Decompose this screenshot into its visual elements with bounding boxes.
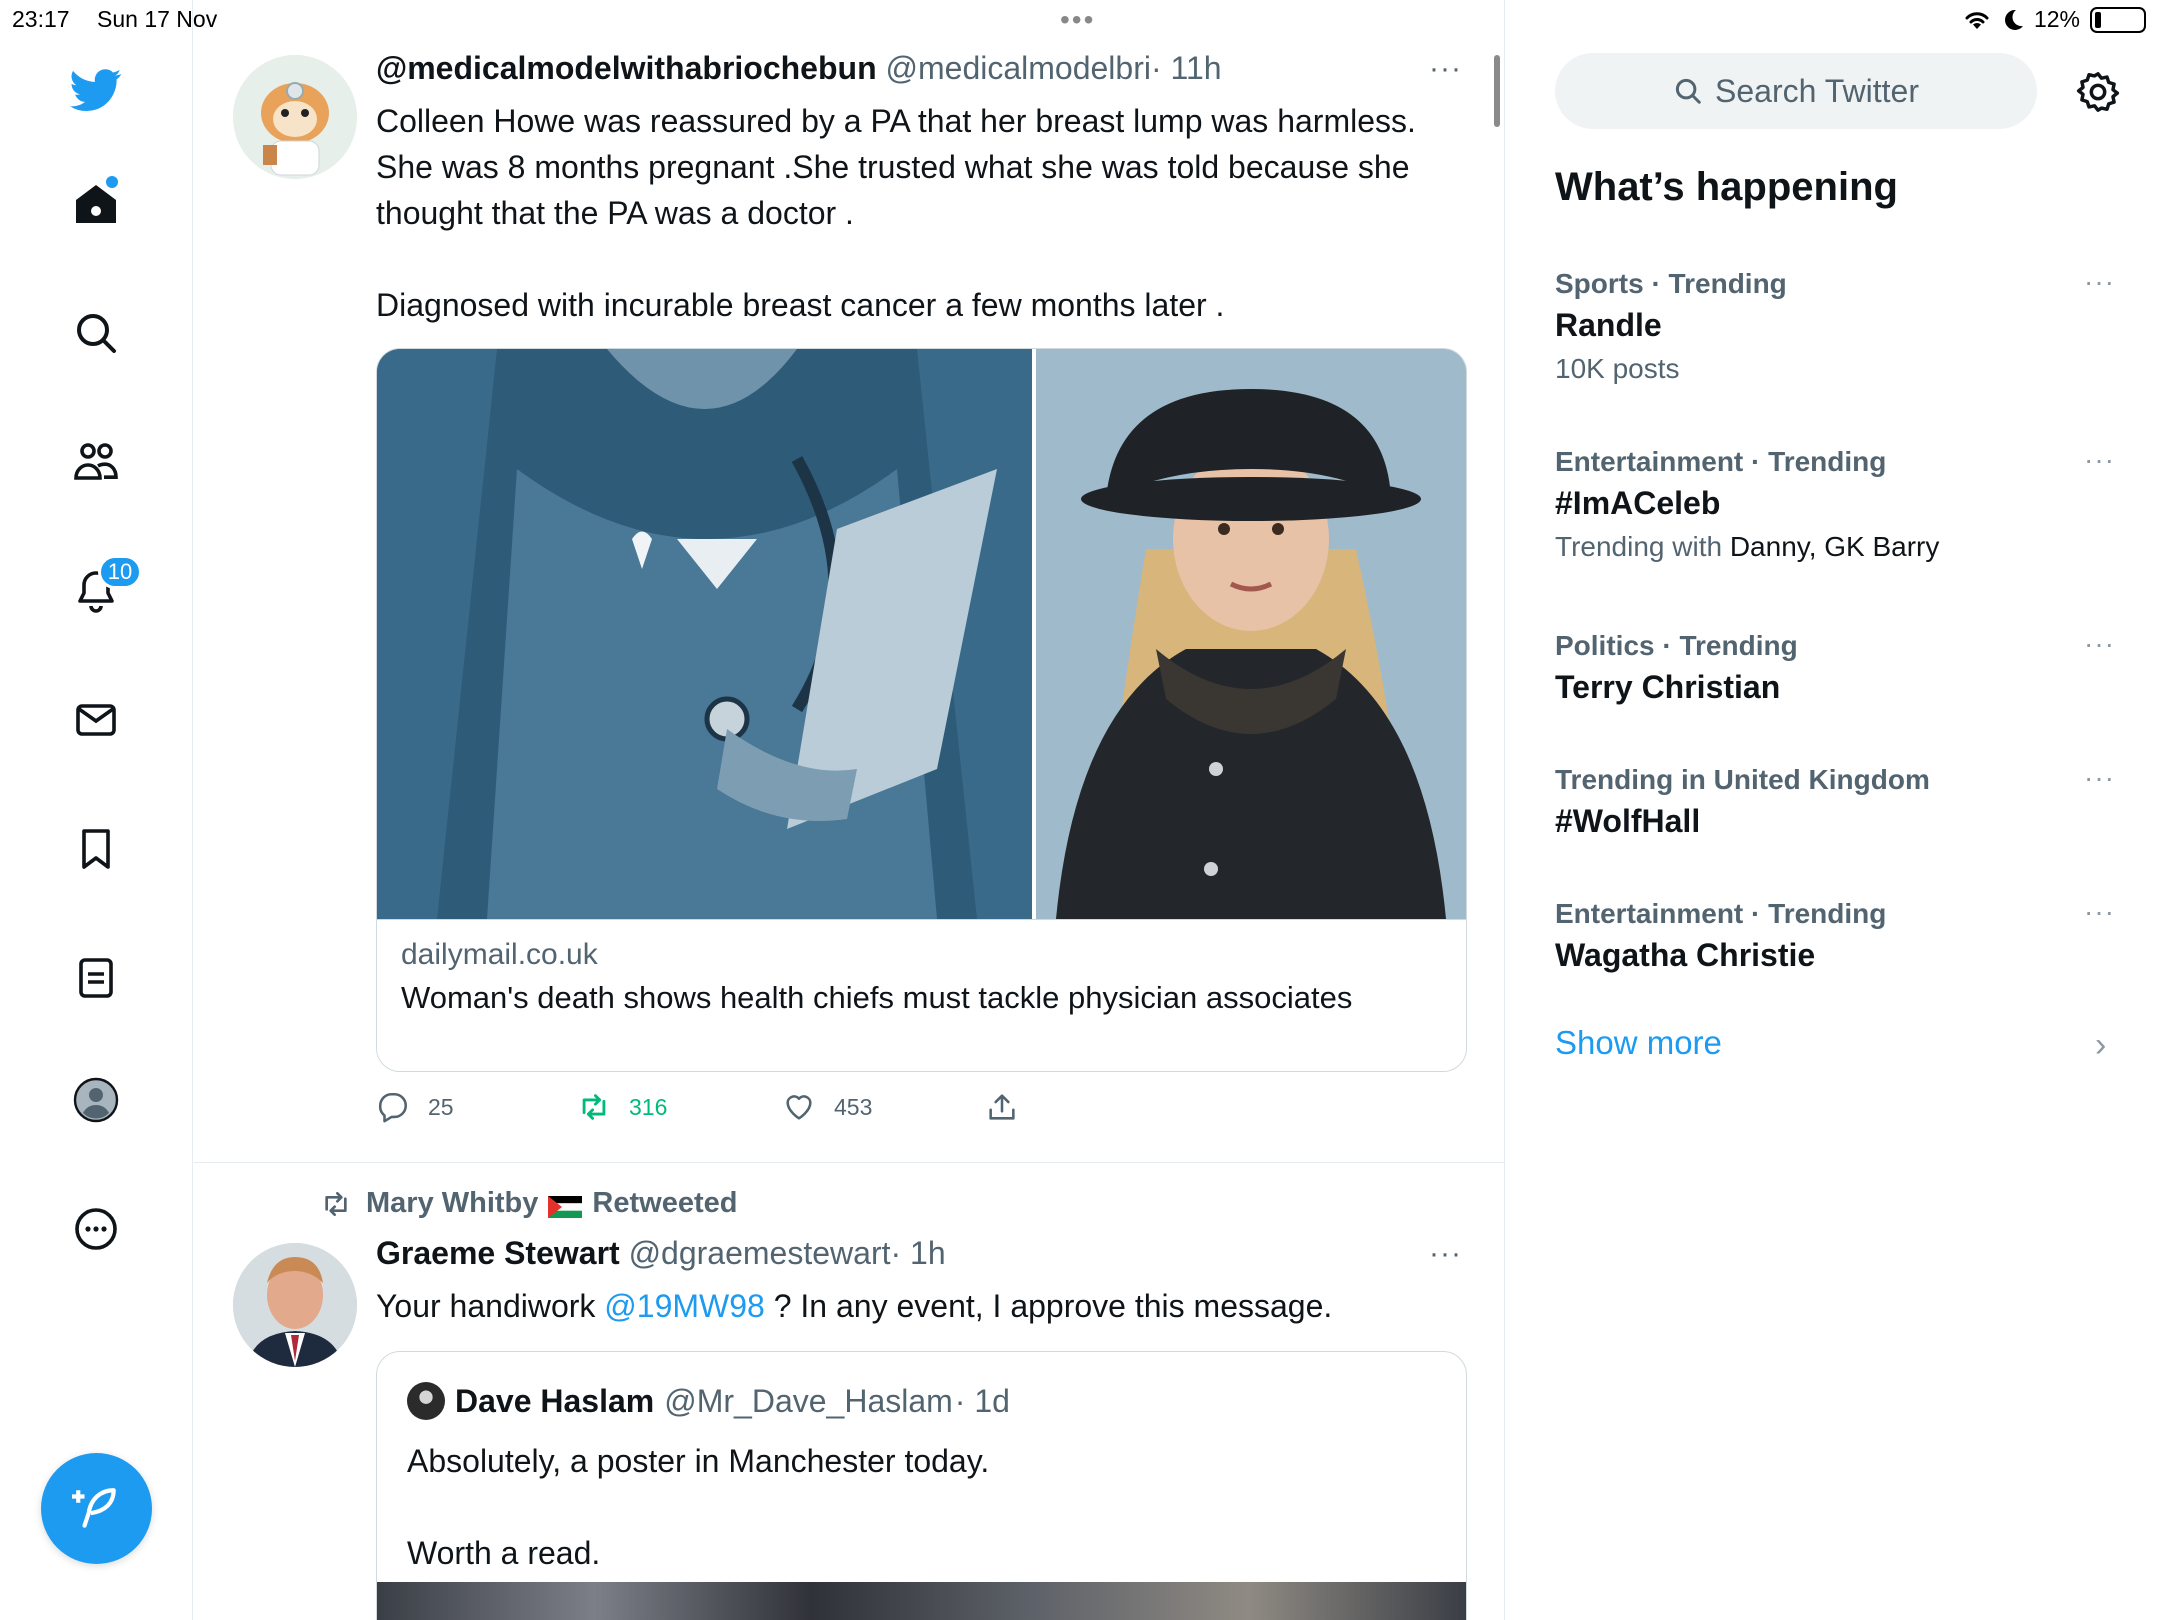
compose-icon	[71, 1487, 116, 1528]
trend-item[interactable]: Entertainment · Trending Wagatha Christi…	[1555, 896, 2115, 978]
trend-item[interactable]: Entertainment · Trending #ImACeleb Trend…	[1555, 444, 2115, 568]
search-icon	[1675, 78, 1701, 104]
link-card[interactable]: dailymail.co.uk Woman's death shows heal…	[376, 348, 1467, 1072]
search-placeholder: Search Twitter	[1715, 72, 1919, 109]
timeline[interactable]: @medicalmodelwithabriochebun @medicalmod…	[194, 0, 1505, 1620]
avatar[interactable]	[233, 1243, 357, 1367]
retweeted-label: Retweeted	[592, 1187, 738, 1219]
card-title: Woman's death shows health chiefs must t…	[401, 980, 1353, 1015]
trend-more-icon[interactable]: ···	[2084, 896, 2115, 928]
trend-meta: Entertainment · Trending	[1555, 446, 1887, 477]
trend-item[interactable]: Trending in United Kingdom #WolfHall ···	[1555, 762, 2115, 844]
scrollbar-thumb[interactable]	[1494, 55, 1500, 127]
heart-icon	[786, 1095, 812, 1120]
tweet-text: Your handiwork @19MW98 ? In any event, I…	[376, 1283, 1466, 1329]
author-name[interactable]: Graeme Stewart	[376, 1235, 620, 1271]
trend-item[interactable]: Sports · Trending Randle 10K posts ···	[1555, 266, 2115, 390]
author-name[interactable]: @medicalmodelwithabriochebun	[376, 50, 877, 86]
tweet-text-before: Your handiwork	[376, 1288, 605, 1324]
trend-name: #WolfHall	[1555, 803, 1701, 839]
trend-subtitle: Trending with Danny, GK Barry	[1555, 526, 2115, 568]
like-count: 453	[834, 1093, 873, 1120]
chevron-right-icon[interactable]: ›	[2095, 1026, 2106, 1065]
retweet-count: 316	[629, 1093, 668, 1120]
trend-name: Randle	[1555, 307, 1662, 343]
show-more-link[interactable]: Show more	[1555, 1024, 1722, 1062]
trend-more-icon[interactable]: ···	[2084, 628, 2115, 660]
retweet-small-icon	[325, 1191, 347, 1216]
search-icon[interactable]	[58, 295, 134, 371]
quoted-tweet-header: Dave Haslam @Mr_Dave_Haslam · 1d	[407, 1382, 1010, 1420]
tweet-time[interactable]: · 11h	[1151, 50, 1222, 86]
palestine-flag-icon	[548, 1193, 583, 1218]
quoted-tweet-image	[377, 1582, 1466, 1620]
tweet-header: Graeme Stewart @dgraemestewart· 1h	[376, 1235, 946, 1272]
avatar[interactable]	[233, 55, 357, 179]
bookmarks-icon[interactable]	[58, 811, 134, 887]
compose-tweet-button[interactable]	[41, 1453, 152, 1564]
search-input[interactable]: Search Twitter	[1555, 53, 2037, 129]
notifications-icon[interactable]: 10	[58, 553, 142, 629]
retweet-icon	[582, 1094, 606, 1120]
card-meta[interactable]: dailymail.co.uk Woman's death shows heal…	[377, 919, 1466, 1071]
trend-meta: Politics · Trending	[1555, 630, 1798, 661]
sidebar: Search Twitter What’s happening Sports ·…	[1505, 0, 2160, 1620]
card-image-nurse	[377, 349, 1032, 919]
notification-badge: 10	[98, 555, 142, 589]
home-icon[interactable]	[58, 166, 134, 242]
tweet-text-after: ? In any event, I approve this message.	[764, 1288, 1333, 1324]
card-image-woman	[1036, 349, 1466, 919]
quoted-author-name: Dave Haslam	[455, 1382, 655, 1419]
trend-name: Wagatha Christie	[1555, 937, 1816, 973]
tweet-more-icon[interactable]: ···	[1429, 52, 1462, 86]
quoted-tweet-text: Absolutely, a poster in Manchester today…	[407, 1443, 990, 1571]
author-handle[interactable]: @dgraemestewart	[629, 1235, 891, 1271]
quoted-avatar	[407, 1382, 445, 1420]
trend-name: Terry Christian	[1555, 669, 1781, 705]
twitter-logo-icon[interactable]	[58, 52, 134, 128]
whats-happening-title: What’s happening	[1555, 165, 1898, 209]
trend-more-icon[interactable]: ···	[2084, 444, 2115, 476]
trend-meta: Trending in United Kingdom	[1555, 764, 1930, 795]
tweet-actions: 25 316 453	[376, 1090, 1019, 1124]
tweet-time[interactable]: · 1h	[890, 1235, 945, 1271]
trend-more-icon[interactable]: ···	[2084, 266, 2115, 298]
trend-meta: Entertainment · Trending	[1555, 898, 1887, 929]
communities-icon[interactable]	[58, 424, 134, 500]
trend-item[interactable]: Politics · Trending Terry Christian ···	[1555, 628, 2115, 710]
quoted-author-handle: @Mr_Dave_Haslam	[664, 1382, 953, 1419]
trend-name: #ImACeleb	[1555, 485, 1721, 521]
author-handle[interactable]: @medicalmodelbri	[886, 50, 1151, 86]
tweet-more-icon[interactable]: ···	[1429, 1237, 1462, 1271]
tweet-divider	[194, 1162, 1504, 1163]
profile-icon[interactable]	[58, 1062, 134, 1138]
trend-sub-with: Danny, GK Barry	[1729, 531, 1940, 562]
card-domain: dailymail.co.uk	[401, 938, 598, 971]
tweet-header: @medicalmodelwithabriochebun @medicalmod…	[376, 50, 1222, 87]
trend-meta: Sports · Trending	[1555, 268, 1787, 299]
reply-button[interactable]: 25	[376, 1090, 577, 1124]
trend-sub-prefix: Trending with	[1555, 531, 1730, 562]
trend-more-icon[interactable]: ···	[2084, 762, 2115, 794]
left-nav: 10	[0, 0, 193, 1620]
messages-icon[interactable]	[58, 682, 134, 758]
retweeted-by-line: Mary Whitby Retweeted	[316, 1187, 737, 1220]
reply-count: 25	[428, 1093, 454, 1120]
retweeted-by-name[interactable]: Mary Whitby	[366, 1187, 538, 1220]
quoted-tweet[interactable]: Dave Haslam @Mr_Dave_Haslam · 1d Absolute…	[376, 1351, 1467, 1620]
share-button[interactable]	[985, 1090, 1019, 1124]
mention-link[interactable]: @19MW98	[604, 1288, 765, 1324]
like-button[interactable]: 453	[782, 1090, 985, 1124]
more-icon[interactable]	[58, 1191, 134, 1267]
gear-icon	[2076, 72, 2120, 112]
share-icon	[989, 1094, 1015, 1120]
settings-button[interactable]	[2070, 64, 2126, 120]
home-unread-dot	[106, 176, 118, 188]
quoted-tweet-time: · 1d	[954, 1382, 1010, 1419]
trend-post-count: 10K posts	[1555, 353, 1680, 384]
reply-icon	[378, 1092, 407, 1123]
tweet-text: Colleen Howe was reassured by a PA that …	[376, 103, 1416, 323]
lists-icon[interactable]	[58, 940, 134, 1016]
retweet-button[interactable]: 316	[577, 1090, 782, 1124]
